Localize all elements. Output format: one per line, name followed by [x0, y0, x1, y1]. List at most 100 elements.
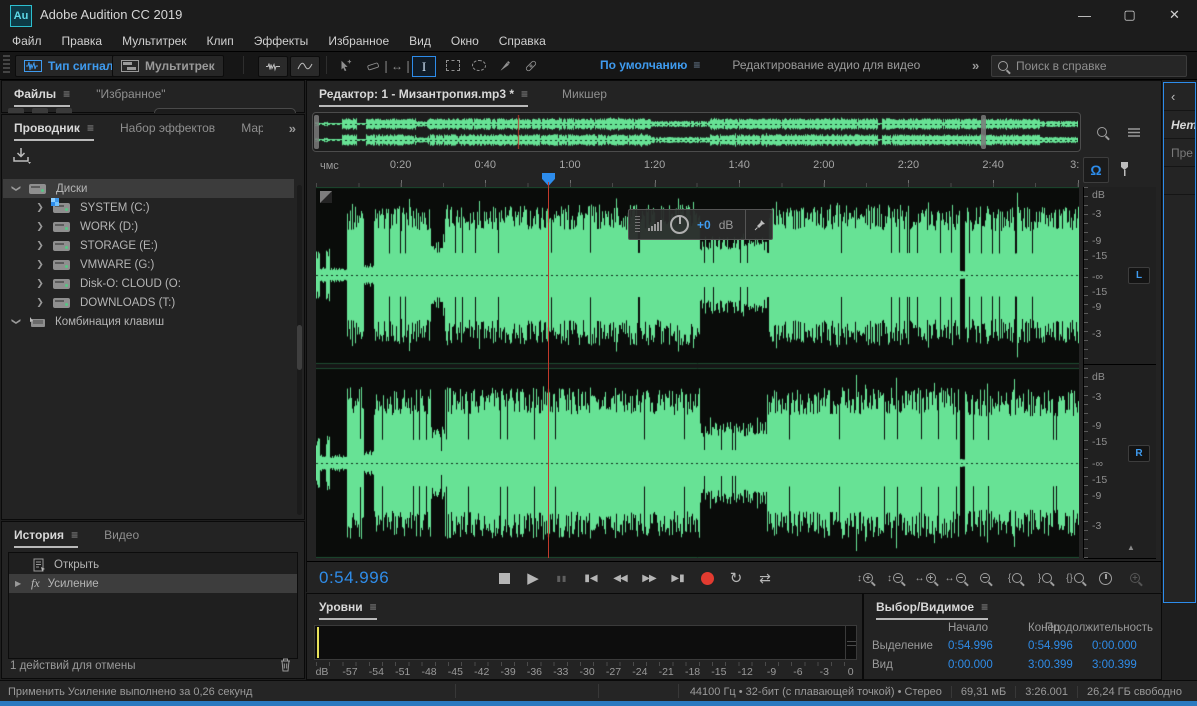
view-end-value[interactable]: 3:00.399	[1028, 659, 1073, 671]
editor-list-options-button[interactable]	[1121, 121, 1147, 143]
close-button[interactable]: ✕	[1152, 0, 1197, 30]
add-marker-button[interactable]	[1113, 157, 1135, 181]
pause-button[interactable]: ▮▮	[549, 567, 575, 589]
menu-multitrack[interactable]: Мультитрек	[112, 34, 196, 48]
tab-markers[interactable]: Мар	[241, 121, 263, 135]
hud-grip-icon[interactable]	[635, 216, 640, 233]
zoom-to-in-point-button[interactable]: {	[1001, 567, 1029, 589]
fast-forward-button[interactable]: ▶▶	[636, 567, 662, 589]
multitrack-button[interactable]: Мультитрек	[112, 55, 224, 77]
selection-start-value[interactable]: 0:54.996	[948, 640, 993, 652]
timeline-ruler[interactable]: чмс 0:200:401:001:201:402:002:202:403:0	[316, 154, 1079, 188]
minimize-button[interactable]: —	[1062, 0, 1107, 30]
amplitude-scale[interactable]: dB-3-9-15-∞-15-9-3 dB-3-9-15-∞-15-9-3 L …	[1083, 187, 1156, 558]
shuttle-button[interactable]: ⇄	[752, 567, 778, 589]
files-panel-menu-icon[interactable]: ≡	[63, 87, 70, 101]
level-meter[interactable]	[314, 625, 857, 660]
record-button[interactable]	[694, 567, 720, 589]
menu-help[interactable]: Справка	[489, 34, 556, 48]
history-item-open[interactable]: Открыть	[9, 555, 297, 574]
menu-edit[interactable]: Правка	[52, 34, 113, 48]
chevron-down-icon[interactable]: ❯	[11, 184, 22, 194]
playhead-line[interactable]	[548, 187, 549, 558]
spot-heal-tool[interactable]	[520, 56, 542, 75]
overview-waveform[interactable]	[315, 115, 1078, 149]
chevron-right-icon[interactable]: ❯	[35, 240, 45, 251]
time-selection-tool[interactable]: ❘↔❘	[386, 56, 408, 75]
history-item-amplify[interactable]: ▶ fx Усиление	[9, 574, 297, 593]
tab-levels[interactable]: Уровни ≡	[319, 600, 377, 614]
waveform-canvas[interactable]	[316, 187, 1079, 558]
view-start-value[interactable]: 0:00.000	[948, 659, 993, 671]
chevron-right-icon[interactable]: ❯	[35, 278, 45, 289]
tab-selection-view[interactable]: Выбор/Видимое ≡	[876, 600, 988, 614]
explorer-panel-menu-icon[interactable]: ≡	[87, 121, 94, 135]
zoom-disabled-button[interactable]	[1121, 567, 1149, 589]
menu-view[interactable]: Вид	[399, 34, 441, 48]
volume-knob[interactable]	[670, 215, 689, 234]
toolbar-grip[interactable]	[3, 55, 10, 75]
tree-row-drives[interactable]: ❯ Диски	[3, 179, 294, 198]
chevron-down-icon[interactable]: ❯	[11, 317, 22, 327]
waveform-view-button[interactable]	[258, 56, 288, 77]
play-button[interactable]: ▶	[520, 567, 546, 589]
workspace-overflow-button[interactable]: »	[972, 58, 979, 73]
tab-history[interactable]: История ≡	[14, 528, 78, 542]
skip-to-start-button[interactable]: ▮◀	[578, 567, 604, 589]
tab-favorites[interactable]: "Избранное"	[96, 87, 165, 101]
menu-window[interactable]: Окно	[441, 34, 489, 48]
waveform-display[interactable]	[316, 187, 1079, 558]
skip-to-end-button[interactable]: ▶▮	[665, 567, 691, 589]
marquee-tool[interactable]	[442, 56, 464, 75]
menu-favorites[interactable]: Избранное	[318, 34, 399, 48]
zoom-in-horizontal-button[interactable]: ↔	[911, 567, 939, 589]
zoom-to-out-point-button[interactable]: }	[1031, 567, 1059, 589]
tree-row-disk-o-cloud[interactable]: ❯ Disk-O: CLOUD (O:	[3, 274, 294, 293]
overview-right-handle[interactable]	[981, 115, 986, 149]
editor-panel-menu-icon[interactable]: ≡	[521, 87, 528, 101]
tab-explorer[interactable]: Проводник ≡	[14, 121, 94, 135]
explorer-tabs-overflow[interactable]: »	[289, 121, 296, 136]
volume-hud[interactable]: +0 dB	[628, 209, 773, 240]
loop-playback-button[interactable]: ↻	[723, 567, 749, 589]
chevron-right-icon[interactable]: ❯	[35, 221, 45, 232]
zoom-reset-button[interactable]	[971, 567, 999, 589]
chevron-right-icon[interactable]: ❯	[35, 202, 45, 213]
history-panel-menu-icon[interactable]: ≡	[71, 528, 78, 542]
spectral-view-button[interactable]	[290, 56, 320, 77]
tree-row-key-shortcuts[interactable]: ❯ Комбинация клавиш	[3, 312, 294, 331]
channel-right-badge[interactable]: R	[1128, 445, 1150, 462]
brush-tool[interactable]	[494, 56, 516, 75]
tree-row-downloads-t[interactable]: ❯ DOWNLOADS (T:)	[3, 293, 294, 312]
selection-panel-menu-icon[interactable]: ≡	[981, 600, 988, 614]
import-file-button[interactable]	[12, 147, 32, 165]
tab-mixer[interactable]: Микшер	[562, 87, 607, 101]
hud-gain-value[interactable]: +0	[697, 218, 711, 232]
zoom-out-horizontal-button[interactable]: ↔	[941, 567, 969, 589]
clear-history-button[interactable]	[279, 657, 292, 672]
explorer-scrollbar[interactable]	[297, 185, 302, 515]
overview-navigator[interactable]	[312, 112, 1081, 152]
zoom-to-selection-button[interactable]: {}	[1061, 567, 1089, 589]
chevron-right-icon[interactable]: ❯	[35, 259, 45, 270]
maximize-button[interactable]: ▢	[1107, 0, 1152, 30]
scroll-up-arrow[interactable]: ▲	[1127, 543, 1135, 552]
right-strip-item-1[interactable]: Нет	[1164, 111, 1195, 139]
tree-row-work-d[interactable]: ❯ WORK (D:)	[3, 217, 294, 236]
workspace-default-button[interactable]: По умолчанию	[600, 58, 687, 72]
overview-left-handle[interactable]	[314, 115, 319, 149]
search-input[interactable]	[1014, 58, 1168, 74]
lasso-tool[interactable]	[468, 56, 490, 75]
stop-button[interactable]	[491, 567, 517, 589]
zoom-out-vertical-button[interactable]: ↕	[881, 567, 909, 589]
tab-effects-rack[interactable]: Набор эффектов	[120, 121, 215, 135]
tree-row-storage-e[interactable]: ❯ STORAGE (E:)	[3, 236, 294, 255]
tree-row-vmware-g[interactable]: ❯ VMWARE (G:)	[3, 255, 294, 274]
menu-file[interactable]: Файл	[2, 34, 52, 48]
tab-editor[interactable]: Редактор: 1 - Мизантропия.mp3 * ≡	[319, 87, 528, 101]
menu-clip[interactable]: Клип	[197, 34, 244, 48]
view-duration-value[interactable]: 3:00.399	[1092, 659, 1137, 671]
menu-effects[interactable]: Эффекты	[244, 34, 319, 48]
selection-end-value[interactable]: 0:54.996	[1028, 640, 1073, 652]
workspace-menu-icon[interactable]: ≡	[693, 58, 700, 72]
